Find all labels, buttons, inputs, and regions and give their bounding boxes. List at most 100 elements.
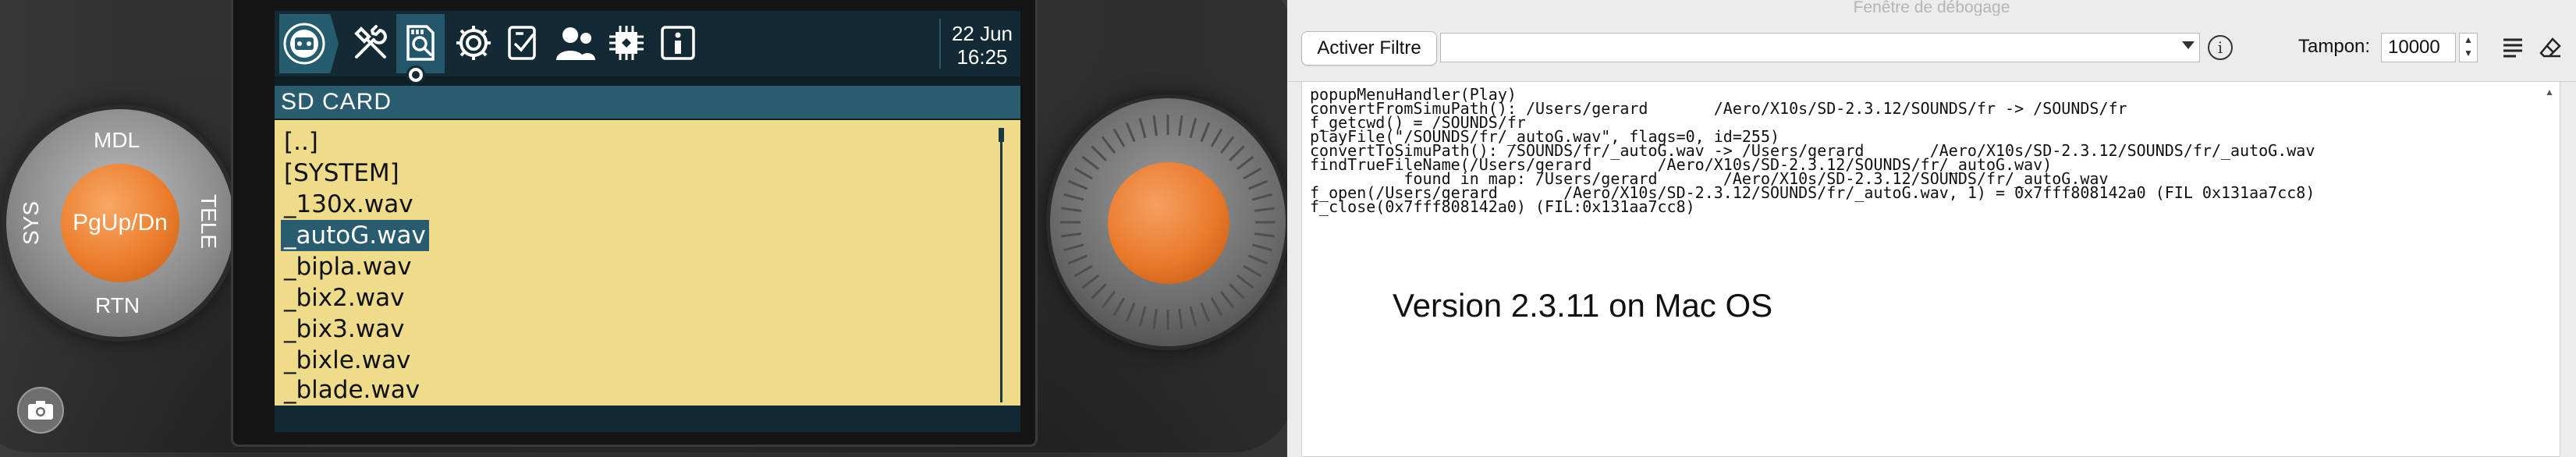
date: 22 Jun xyxy=(951,22,1013,45)
settings-gear-icon xyxy=(456,26,491,60)
file-list-item-selected[interactable]: _autoG.wav xyxy=(281,220,429,251)
file-list-item[interactable]: _130x.wav xyxy=(281,189,417,220)
version-annotation: Version 2.3.11 on Mac OS xyxy=(1393,287,1773,324)
file-list-item[interactable]: _bixle.wav xyxy=(281,345,413,376)
user-icon xyxy=(556,27,595,60)
roller-ridge xyxy=(1200,122,1211,143)
roller-ridge xyxy=(1251,243,1272,252)
roller-ridge xyxy=(1081,274,1100,289)
roller-ridge xyxy=(1091,283,1107,299)
date-time: 22 Jun 16:25 xyxy=(947,22,1017,69)
clear-log-button[interactable] xyxy=(2537,34,2564,61)
file-list-scroll-thumb[interactable] xyxy=(999,128,1004,142)
roller-ridge xyxy=(1060,232,1082,238)
roller-ridge xyxy=(1189,306,1198,327)
chevron-down-icon[interactable] xyxy=(2182,41,2195,49)
debug-window: Fenêtre de débogage Activer Filtre i Tam… xyxy=(1287,0,2576,457)
checklist-icon xyxy=(508,26,536,60)
roller-ridge xyxy=(1178,308,1183,330)
radio-screen: 22 Jun 16:25 SD CARD [..] [SYSTEM] _130x… xyxy=(275,11,1020,432)
topbar-separator xyxy=(939,19,941,69)
roller-ridge xyxy=(1152,308,1158,330)
users-button[interactable] xyxy=(551,19,599,67)
pgup-dn-button[interactable]: PgUp/Dn xyxy=(61,164,179,282)
roller-ridge xyxy=(1210,128,1223,147)
file-list-item[interactable]: _bipla.wav xyxy=(281,251,415,282)
roller-ridge xyxy=(1254,207,1276,212)
navigation-dial: MDL RTN SYS TELE PgUp/Dn xyxy=(6,109,234,337)
model-tools-icon xyxy=(354,25,387,58)
sd-card-browser-icon xyxy=(406,25,435,61)
roller-ridge xyxy=(1073,264,1093,278)
sys-button[interactable]: SYS xyxy=(19,201,44,245)
rotary-encoder-knob[interactable] xyxy=(1108,162,1229,284)
eraser-icon xyxy=(2539,37,2561,58)
mdl-button[interactable]: MDL xyxy=(94,128,140,153)
roller-ridge xyxy=(1200,302,1211,323)
log-line: f_close(0x7fff808142a0) (FIL:0x131aa7cc8… xyxy=(1310,197,1695,216)
checklist-button[interactable] xyxy=(499,19,548,67)
file-list-item[interactable]: [SYSTEM] xyxy=(281,158,403,189)
time: 16:25 xyxy=(956,45,1008,69)
rotary-encoder xyxy=(1050,98,1286,346)
enable-filter-button[interactable]: Activer Filtre xyxy=(1301,31,1437,66)
debug-log[interactable]: popupMenuHandler(Play) convertFromSimuPa… xyxy=(1301,81,2560,457)
info-icon xyxy=(661,26,695,60)
roller-ridge xyxy=(1229,283,1245,299)
roller-ridge xyxy=(1247,254,1268,265)
window-title: Fenêtre de débogage xyxy=(1287,0,2576,16)
roller-ridge xyxy=(1236,155,1254,171)
roller-ridge xyxy=(1063,243,1084,252)
roller-ridge xyxy=(1229,145,1245,161)
radio-home-button[interactable] xyxy=(279,14,339,73)
hardware-chip-icon xyxy=(609,26,644,60)
model-tools-button[interactable] xyxy=(346,19,395,67)
roller-ridge xyxy=(1091,145,1107,161)
active-tab-indicator xyxy=(406,66,425,84)
roller-ridge xyxy=(1125,122,1136,143)
file-list-scrollbar[interactable] xyxy=(1000,131,1002,402)
roller-ridge xyxy=(1251,193,1272,201)
word-wrap-button[interactable] xyxy=(2500,34,2526,61)
tele-button[interactable]: TELE xyxy=(196,194,221,249)
file-list-item[interactable]: _bix2.wav xyxy=(281,282,407,314)
camera-icon xyxy=(28,401,53,420)
buffer-label: Tampon: xyxy=(2298,36,2371,57)
roller-ridge xyxy=(1243,264,1262,278)
about-button[interactable] xyxy=(654,19,702,67)
roller-ridge xyxy=(1254,232,1276,238)
scroll-up-arrow-icon[interactable]: ▲ xyxy=(2541,83,2558,101)
text-lines-icon xyxy=(2503,38,2522,58)
roller-ridge xyxy=(1073,167,1093,180)
roller-ridge xyxy=(1243,167,1262,180)
roller-ridge xyxy=(1081,155,1100,171)
buffer-stepper[interactable]: ▲ ▼ xyxy=(2459,33,2478,62)
settings-button[interactable] xyxy=(449,19,498,67)
debug-toolbar: Activer Filtre i Tampon: 10000 ▲ ▼ xyxy=(1287,16,2576,82)
roller-ridge xyxy=(1101,290,1116,309)
roller-ridge xyxy=(1219,290,1235,309)
roller-ridge xyxy=(1210,297,1223,317)
hardware-button[interactable] xyxy=(602,19,651,67)
screen-bottom-bar xyxy=(275,406,1020,432)
screen-topbar: 22 Jun 16:25 xyxy=(275,11,1020,84)
roller-ridge xyxy=(1112,128,1126,147)
screenshot-button[interactable] xyxy=(17,387,64,434)
file-list-item[interactable]: _blade.wav xyxy=(281,374,423,406)
roller-ridge xyxy=(1236,274,1254,289)
radio-simulator: MDL RTN SYS TELE PgUp/Dn 22 Jun 16:25 SD… xyxy=(0,0,1287,457)
roller-ridge xyxy=(1247,179,1268,190)
buffer-size-input[interactable]: 10000 xyxy=(2381,33,2456,62)
roller-ridge xyxy=(1060,207,1082,212)
filter-help-icon[interactable]: i xyxy=(2208,35,2233,60)
sd-card-browser-button[interactable] xyxy=(396,14,445,73)
rtn-button[interactable]: RTN xyxy=(95,293,140,318)
file-list-item[interactable]: [..] xyxy=(281,126,321,158)
radio-setup-icon xyxy=(283,23,325,65)
roller-ridge xyxy=(1101,136,1116,154)
filter-combobox[interactable] xyxy=(1440,33,2200,62)
roller-ridge xyxy=(1138,118,1147,139)
file-list: [..] [SYSTEM] _130x.wav _autoG.wav _bipl… xyxy=(275,120,1020,406)
page-title: SD CARD xyxy=(275,86,1020,119)
file-list-item[interactable]: _bix3.wav xyxy=(281,314,407,345)
